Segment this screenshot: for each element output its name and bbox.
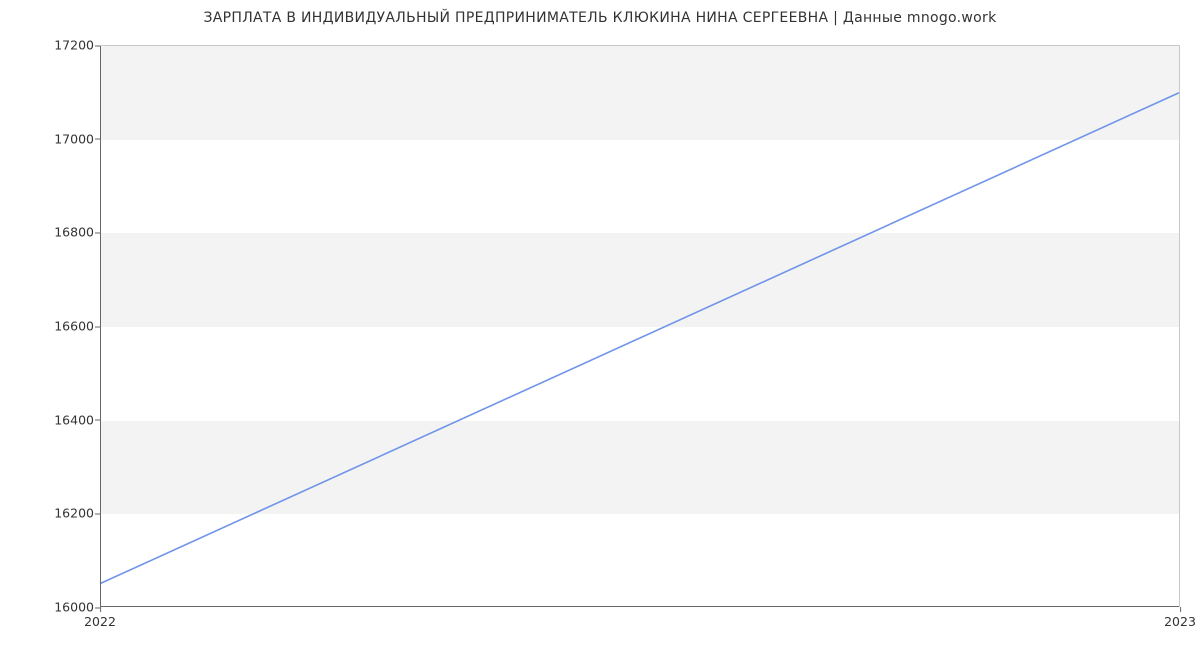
y-tick-label: 16800 xyxy=(4,225,94,240)
y-tick-label: 16200 xyxy=(4,506,94,521)
y-tick-label: 17000 xyxy=(4,131,94,146)
line-layer xyxy=(100,46,1179,607)
y-tick-label: 17200 xyxy=(4,38,94,53)
salary-line-chart: ЗАРПЛАТА В ИНДИВИДУАЛЬНЫЙ ПРЕДПРИНИМАТЕЛ… xyxy=(0,0,1200,650)
x-axis-spine xyxy=(100,606,1179,607)
plot-area xyxy=(100,45,1180,607)
series-line xyxy=(100,93,1179,584)
x-tick-label: 2022 xyxy=(84,614,116,629)
y-tick-label: 16600 xyxy=(4,319,94,334)
y-tick-label: 16400 xyxy=(4,412,94,427)
x-tick-label: 2023 xyxy=(1164,614,1196,629)
y-tick-label: 16000 xyxy=(4,600,94,615)
chart-title: ЗАРПЛАТА В ИНДИВИДУАЛЬНЫЙ ПРЕДПРИНИМАТЕЛ… xyxy=(0,10,1200,26)
y-axis-spine xyxy=(100,46,101,607)
